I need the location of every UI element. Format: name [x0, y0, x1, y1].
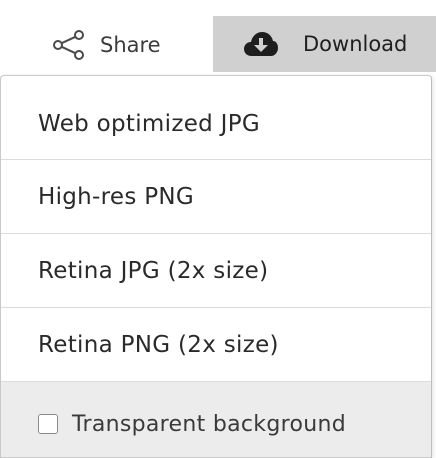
menu-item-label: High-res PNG [38, 183, 195, 210]
menu-item-web-jpg[interactable]: Web optimized JPG [1, 76, 431, 160]
menu-item-retina-jpg[interactable]: Retina JPG (2x size) [1, 234, 431, 308]
menu-item-label: Web optimized JPG [38, 111, 261, 137]
cloud-download-icon [243, 31, 279, 57]
menu-item-label: Retina JPG (2x size) [38, 257, 269, 284]
download-button[interactable]: Download [213, 16, 436, 72]
menu-item-highres-png[interactable]: High-res PNG [1, 160, 431, 234]
transparent-checkbox[interactable] [38, 414, 58, 434]
transparent-label[interactable]: Transparent background [72, 412, 346, 437]
menu-item-retina-png[interactable]: Retina PNG (2x size) [1, 308, 431, 382]
toolbar: Share Download [0, 0, 436, 72]
download-menu: Web optimized JPG High-res PNG Retina JP… [0, 75, 432, 458]
page: Share Download Web optimized JPG High-re… [0, 0, 436, 458]
share-icon [52, 30, 86, 60]
transparent-option: Transparent background [1, 382, 431, 457]
menu-item-label: Retina PNG (2x size) [38, 331, 279, 358]
share-label: Share [100, 33, 161, 57]
download-label: Download [303, 32, 408, 56]
share-button[interactable]: Share [38, 18, 208, 72]
